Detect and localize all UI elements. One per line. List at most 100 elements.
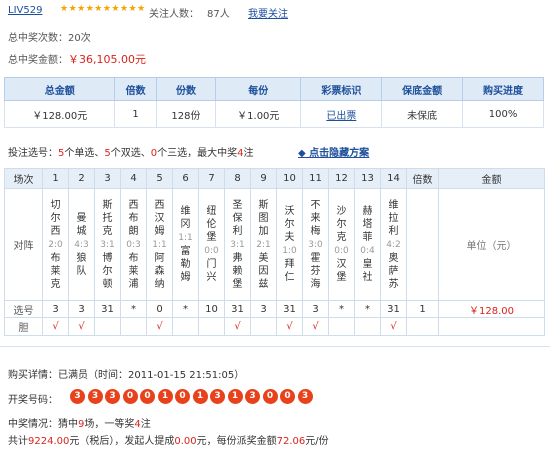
user-header: LIV529 ★★★★★★★★★★ 关注人数： 87人 我要关注 — [8, 4, 544, 20]
away-team: 奥萨苏 — [388, 252, 399, 290]
total-amount: ￥128.00元 — [3, 100, 116, 128]
match-cell: 维冈 1:1 富勒姆 — [172, 188, 199, 301]
draw-ball: 1 — [192, 389, 208, 404]
banker-cell — [354, 317, 381, 336]
hide-plan-label: 点击隐藏方案 — [309, 148, 370, 159]
hide-plan-toggle[interactable]: ◆ 点击隐藏方案 — [298, 144, 369, 159]
pick-cell: 3 — [250, 300, 277, 318]
match-score: 4:3 — [74, 239, 89, 250]
match-score: 0:0 — [204, 246, 219, 256]
home-team: 沙尔克 — [336, 206, 347, 243]
banker-cell — [250, 317, 277, 336]
payout-value: 0.00 — [174, 436, 197, 447]
banker-cell: √ — [380, 317, 407, 336]
match-cell: 西汉姆 1:1 阿森纳 — [146, 188, 173, 301]
match-number: 8 — [224, 168, 251, 189]
header-total-amount: 总金额 — [3, 77, 116, 101]
away-team: 美因兹 — [258, 252, 269, 290]
pick-cell: * — [354, 300, 381, 318]
match-number: 4 — [120, 168, 147, 189]
draw-ball: 3 — [297, 389, 313, 404]
match-score: 3:1 — [100, 239, 115, 250]
multiple-blank — [406, 188, 439, 301]
home-team: 斯托克 — [102, 199, 113, 237]
result-text: 中奖情况：猜中 — [8, 419, 78, 430]
follow-button[interactable]: 我要关注 — [248, 5, 288, 20]
banker-cell — [172, 317, 199, 336]
result-text: 场，一等奖 — [84, 419, 135, 430]
win-result: 中奖情况：猜中9场，一等奖4注 — [8, 415, 151, 430]
draw-ball: 3 — [70, 389, 85, 404]
pick-cell: 31 — [380, 300, 407, 318]
away-team: 布莱克 — [50, 252, 61, 290]
pick-cell: * — [120, 300, 147, 318]
match-score: 0:4 — [360, 246, 375, 256]
follow-count-value: 87人 — [207, 9, 230, 20]
match-number: 5 — [146, 168, 173, 189]
username-link[interactable]: LIV529 — [8, 5, 42, 16]
match-cell: 斯图加 2:1 美因兹 — [250, 188, 277, 301]
payout-text: 元，每份派奖金额 — [196, 436, 277, 447]
unit-label: 单位（元） — [438, 188, 545, 301]
match-cell: 纽伦堡 0:0 门兴 — [198, 188, 225, 301]
away-team: 门兴 — [206, 259, 217, 283]
result-text: 注 — [140, 419, 151, 430]
match-cell: 斯托克 3:1 博尔顿 — [94, 188, 121, 301]
banker-cell: √ — [68, 317, 95, 336]
match-score: 0:3 — [126, 239, 141, 250]
match-cell: 不来梅 3:0 霍芬海 — [302, 188, 329, 301]
match-number: 11 — [302, 168, 329, 189]
match-score: 2:0 — [48, 239, 63, 250]
match-number: 10 — [276, 168, 303, 189]
away-team: 阿森纳 — [154, 252, 165, 290]
draw-ball: 3 — [105, 389, 120, 404]
match-score: 2:1 — [256, 239, 271, 250]
banker-cell — [328, 317, 355, 336]
away-team: 富勒姆 — [180, 246, 191, 283]
col-header-multiple: 倍数 — [406, 168, 439, 189]
home-team: 圣保利 — [232, 199, 243, 237]
payout-text: 共计 — [8, 436, 28, 447]
match-number: 1 — [42, 168, 69, 189]
match-score: 3:0 — [308, 239, 323, 250]
pick-cell: * — [172, 300, 199, 318]
match-cell: 赫塔菲 0:4 皇社 — [354, 188, 381, 301]
banker-cell: √ — [42, 317, 69, 336]
total-wins-value: 20次 — [68, 33, 91, 44]
total-winnings-label: 总中奖金额： — [8, 55, 68, 66]
banker-cell: √ — [276, 317, 303, 336]
selection-text: 个双选、 — [110, 148, 151, 159]
payout-value: 9224.00 — [28, 436, 70, 447]
home-team: 纽伦堡 — [206, 206, 217, 243]
purchase-row: ￥128.00元 1 128份 ￥1.00元 已出票 未保底 100% — [3, 100, 544, 128]
draw-label: 开奖号码： — [8, 395, 58, 406]
header-guarantee: 保底金额 — [381, 77, 464, 101]
selection-text: 注 — [243, 148, 254, 159]
away-team: 博尔顿 — [102, 252, 113, 290]
header-ticket-status: 彩票标识 — [300, 77, 383, 101]
home-team: 西布朗 — [128, 199, 139, 237]
guarantee: 未保底 — [381, 100, 464, 128]
purchase-header-row: 总金额 倍数 份数 每份 彩票标识 保底金额 购买进度 — [3, 77, 544, 101]
ticket-status-cell: 已出票 — [300, 100, 383, 128]
match-number: 3 — [94, 168, 121, 189]
header-shares: 份数 — [155, 77, 217, 101]
pick-cell: 31 — [94, 300, 121, 318]
selection-text: 个三选，最大中奖 — [157, 148, 238, 159]
banker-cell: √ — [146, 317, 173, 336]
col-header-amount: 金额 — [438, 168, 545, 189]
away-team: 汉堡 — [336, 259, 347, 283]
draw-ball: 0 — [280, 389, 295, 404]
match-grid: 场次 1 2 3 4 5 6 7 8 9 10 11 12 13 14 倍数 金额 对阵 切尔西 2:0 布莱克 曼城 4:… — [4, 168, 545, 336]
home-team: 不来梅 — [310, 199, 321, 237]
multiple: 1 — [114, 100, 157, 128]
pick-multiple: 1 — [406, 300, 439, 318]
match-teams-row: 对阵 切尔西 2:0 布莱克 曼城 4:3 狼队 斯托克 3:1 博尔顿 西布朗 0:3 布莱浦 西汉姆 1… — [4, 188, 545, 301]
header-per-share: 每份 — [215, 77, 302, 101]
ticket-status-link[interactable]: 已出票 — [326, 111, 356, 122]
total-winnings: 总中奖金额：￥36,105.00元 — [8, 51, 146, 67]
match-number: 14 — [380, 168, 407, 189]
pick-cell: 3 — [302, 300, 329, 318]
row-label-banker: 胆 — [4, 317, 43, 336]
match-number: 13 — [354, 168, 381, 189]
